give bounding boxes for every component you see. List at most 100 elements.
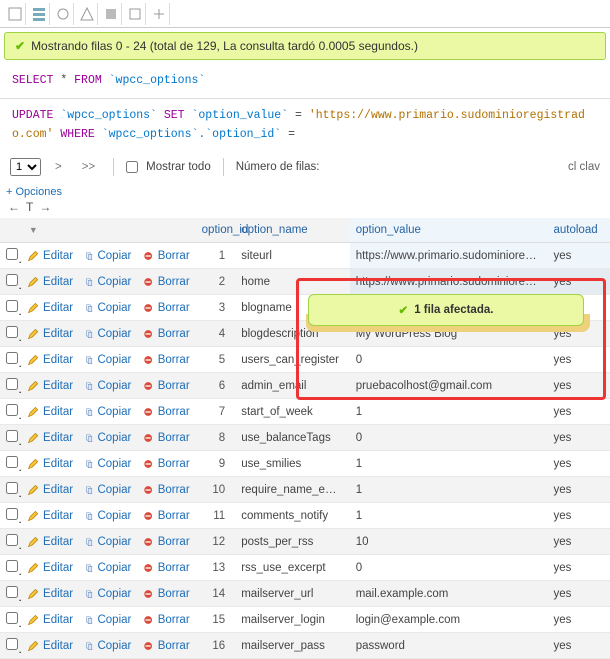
sort-icon[interactable]: ▼ <box>29 225 38 235</box>
row-checkbox[interactable] <box>6 508 18 520</box>
cell-option-value[interactable]: 0 <box>350 347 548 373</box>
row-checkbox[interactable] <box>6 638 18 650</box>
edit-link[interactable]: Editar <box>43 510 73 522</box>
edit-link[interactable]: Editar <box>43 406 73 418</box>
delete-link[interactable]: Borrar <box>158 484 190 496</box>
cell-option-value[interactable]: 1 <box>350 503 548 529</box>
delete-link[interactable]: Borrar <box>158 588 190 600</box>
tb-btn-4[interactable] <box>76 3 98 25</box>
row-checkbox[interactable] <box>6 586 18 598</box>
edit-link[interactable]: Editar <box>43 640 73 652</box>
cell-autoload: yes <box>547 503 610 529</box>
edit-link[interactable]: Editar <box>43 380 73 392</box>
cell-option-value[interactable]: 1 <box>350 399 548 425</box>
delete-link[interactable]: Borrar <box>158 380 190 392</box>
edit-link[interactable]: Editar <box>43 588 73 600</box>
cell-option-value[interactable]: https://www.primario.sudominioregistrado… <box>350 243 548 269</box>
copy-link[interactable]: Copiar <box>97 328 131 340</box>
cell-option-value[interactable]: password <box>350 633 548 659</box>
row-checkbox[interactable] <box>6 404 18 416</box>
edit-link[interactable]: Editar <box>43 562 73 574</box>
copy-link[interactable]: Copiar <box>97 432 131 444</box>
edit-link[interactable]: Editar <box>43 250 73 262</box>
edit-link[interactable]: Editar <box>43 458 73 470</box>
th-option-value[interactable]: option_value <box>350 218 548 243</box>
edit-link[interactable]: Editar <box>43 276 73 288</box>
show-all-checkbox[interactable] <box>126 161 138 173</box>
copy-link[interactable]: Copiar <box>97 640 131 652</box>
copy-link[interactable]: Copiar <box>97 276 131 288</box>
delete-link[interactable]: Borrar <box>158 562 190 574</box>
copy-link[interactable]: Copiar <box>97 354 131 366</box>
delete-link[interactable]: Borrar <box>158 406 190 418</box>
tb-btn-5[interactable] <box>100 3 122 25</box>
copy-link[interactable]: Copiar <box>97 562 131 574</box>
th-option-name[interactable]: option_name <box>235 218 350 243</box>
cell-option-value[interactable]: pruebacolhost@gmail.com <box>350 373 548 399</box>
delete-link[interactable]: Borrar <box>158 328 190 340</box>
delete-link[interactable]: Borrar <box>158 510 190 522</box>
row-checkbox[interactable] <box>6 274 18 286</box>
edit-link[interactable]: Editar <box>43 484 73 496</box>
row-checkbox[interactable] <box>6 378 18 390</box>
delete-link[interactable]: Borrar <box>158 276 190 288</box>
arrow-left-icon[interactable]: ← <box>8 200 20 214</box>
cell-option-value[interactable]: 0 <box>350 555 548 581</box>
tb-btn-3[interactable] <box>52 3 74 25</box>
copy-link[interactable]: Copiar <box>97 302 131 314</box>
edit-link[interactable]: Editar <box>43 302 73 314</box>
th-autoload[interactable]: autoload <box>547 218 610 243</box>
tb-btn-1[interactable] <box>4 3 26 25</box>
cell-option-value[interactable]: 1 <box>350 451 548 477</box>
copy-link[interactable]: Copiar <box>97 406 131 418</box>
copy-link[interactable]: Copiar <box>97 380 131 392</box>
arrow-t[interactable]: T <box>26 200 33 214</box>
edit-link[interactable]: Editar <box>43 354 73 366</box>
row-checkbox[interactable] <box>6 482 18 494</box>
th-option-id[interactable]: option_id <box>196 218 236 243</box>
tb-btn-2[interactable] <box>28 3 50 25</box>
copy-link[interactable]: Copiar <box>97 484 131 496</box>
cell-option-value[interactable]: https://www.primario.sudominioregistrado… <box>350 269 548 295</box>
row-checkbox[interactable] <box>6 534 18 546</box>
options-toggle[interactable]: + Opciones <box>0 182 610 200</box>
delete-link[interactable]: Borrar <box>158 250 190 262</box>
last-page-btn[interactable]: >> <box>76 159 101 175</box>
cell-option-value[interactable]: login@example.com <box>350 607 548 633</box>
copy-link[interactable]: Copiar <box>97 458 131 470</box>
cell-option-value[interactable]: 1 <box>350 477 548 503</box>
row-checkbox[interactable] <box>6 248 18 260</box>
delete-link[interactable]: Borrar <box>158 640 190 652</box>
cell-option-value[interactable]: 0 <box>350 425 548 451</box>
edit-link[interactable]: Editar <box>43 614 73 626</box>
delete-link[interactable]: Borrar <box>158 354 190 366</box>
delete-link[interactable]: Borrar <box>158 302 190 314</box>
delete-link[interactable]: Borrar <box>158 458 190 470</box>
cell-option-value[interactable]: 10 <box>350 529 548 555</box>
row-checkbox[interactable] <box>6 326 18 338</box>
copy-link[interactable]: Copiar <box>97 536 131 548</box>
next-page-btn[interactable]: > <box>49 159 68 175</box>
cell-option-value[interactable]: mail.example.com <box>350 581 548 607</box>
arrow-right-icon[interactable]: → <box>39 200 51 214</box>
tb-btn-7[interactable] <box>148 3 170 25</box>
edit-link[interactable]: Editar <box>43 432 73 444</box>
row-checkbox[interactable] <box>6 430 18 442</box>
delete-link[interactable]: Borrar <box>158 536 190 548</box>
copy-link[interactable]: Copiar <box>97 588 131 600</box>
edit-link[interactable]: Editar <box>43 536 73 548</box>
row-checkbox[interactable] <box>6 352 18 364</box>
cell-option-id: 11 <box>196 503 236 529</box>
row-checkbox[interactable] <box>6 560 18 572</box>
copy-link[interactable]: Copiar <box>97 250 131 262</box>
copy-link[interactable]: Copiar <box>97 510 131 522</box>
row-checkbox[interactable] <box>6 612 18 624</box>
delete-link[interactable]: Borrar <box>158 432 190 444</box>
page-select[interactable]: 1 <box>10 158 41 176</box>
tb-btn-6[interactable] <box>124 3 146 25</box>
row-checkbox[interactable] <box>6 456 18 468</box>
edit-link[interactable]: Editar <box>43 328 73 340</box>
row-checkbox[interactable] <box>6 300 18 312</box>
delete-link[interactable]: Borrar <box>158 614 190 626</box>
copy-link[interactable]: Copiar <box>97 614 131 626</box>
